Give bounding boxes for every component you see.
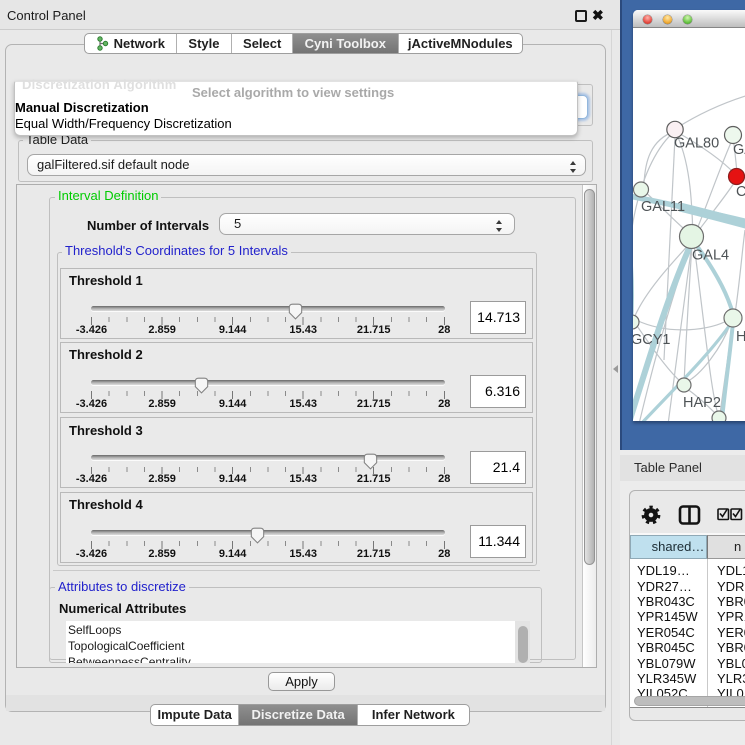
svg-text:HAP2: HAP2: [683, 395, 721, 411]
svg-text:H: H: [736, 329, 745, 345]
svg-text:GA: GA: [733, 142, 745, 158]
svg-text:GAL4: GAL4: [692, 248, 729, 264]
svg-text:C: C: [736, 184, 745, 200]
svg-text:GCY1: GCY1: [633, 332, 671, 348]
svg-text:GAL80: GAL80: [674, 136, 719, 152]
svg-text:GAL11: GAL11: [641, 199, 685, 215]
